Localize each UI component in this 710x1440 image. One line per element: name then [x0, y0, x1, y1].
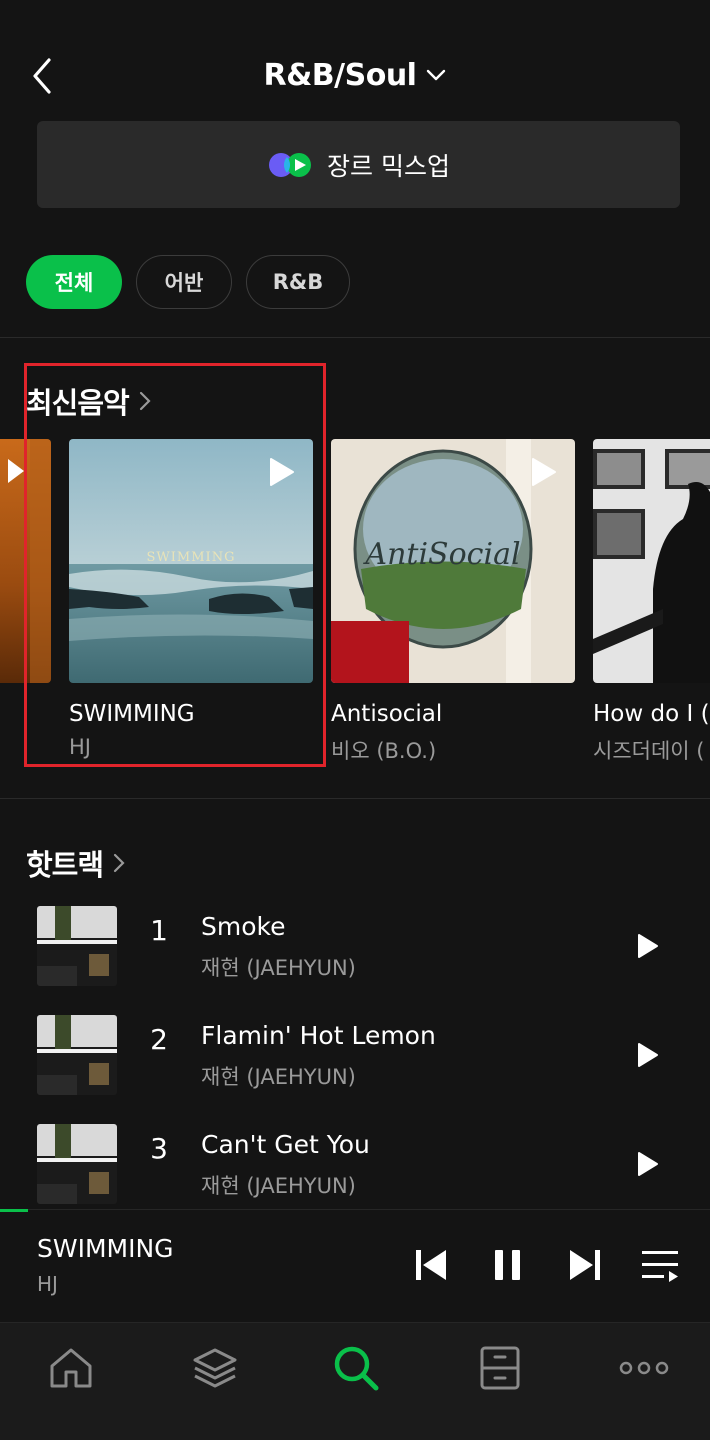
mixup-logo-icon: [269, 152, 312, 177]
filter-chip-urban[interactable]: 어반: [136, 255, 232, 309]
chevron-down-icon: [427, 69, 446, 81]
play-icon[interactable]: [636, 932, 660, 960]
chevron-right-icon: [113, 853, 125, 873]
album-card[interactable]: AntiSocial Antisocial 비오 (B.O.): [331, 439, 575, 765]
page-title: R&B/Soul: [263, 57, 417, 93]
home-icon: [50, 1348, 92, 1388]
album-cover: AntiSocial: [331, 439, 575, 683]
nav-more[interactable]: [614, 1343, 674, 1393]
album-artist: 비오 (B.O.): [331, 739, 437, 763]
play-icon[interactable]: [531, 457, 557, 487]
track-thumbnail: [37, 906, 117, 986]
track-row[interactable]: 3 Can't Get You 재현 (JAEHYUN): [0, 1124, 710, 1206]
svg-text:AntiSocial: AntiSocial: [362, 537, 520, 572]
track-row[interactable]: 1 Smoke 재현 (JAEHYUN): [0, 906, 710, 988]
track-title: Flamin' Hot Lemon: [201, 1021, 436, 1050]
track-row[interactable]: 2 Flamin' Hot Lemon 재현 (JAEHYUN): [0, 1015, 710, 1097]
now-playing-artist: HJ: [37, 1272, 58, 1296]
next-track-icon[interactable]: [568, 1248, 602, 1282]
album-cover: [593, 439, 710, 683]
library-layers-icon: [193, 1348, 237, 1388]
track-thumbnail: [37, 1015, 117, 1095]
album-title: Antisocial: [331, 701, 443, 727]
nav-home[interactable]: [41, 1343, 101, 1393]
playback-progress-bar[interactable]: [0, 1209, 29, 1212]
nav-library[interactable]: [185, 1343, 245, 1393]
playlist-icon[interactable]: [642, 1248, 680, 1282]
track-title: Can't Get You: [201, 1130, 370, 1159]
pause-icon[interactable]: [492, 1248, 524, 1282]
hot-tracks-section-title: 핫트랙: [26, 848, 104, 882]
more-icon: [619, 1361, 669, 1375]
track-rank: 1: [150, 914, 168, 947]
bottom-navigation: [0, 1322, 710, 1440]
genre-mixup-button[interactable]: 장르 믹스업: [37, 121, 680, 208]
storage-drawer-icon: [480, 1346, 520, 1390]
album-card[interactable]: How do I ( 시즈더데이 (: [593, 439, 710, 765]
genre-title-dropdown[interactable]: R&B/Soul: [0, 52, 710, 98]
track-artist: 재현 (JAEHYUN): [201, 1174, 356, 1198]
genre-mixup-label: 장르 믹스업: [327, 151, 450, 181]
play-icon[interactable]: [636, 1150, 660, 1178]
track-artist: 재현 (JAEHYUN): [201, 956, 356, 980]
album-artist: 시즈더데이 (: [593, 739, 705, 763]
mini-player[interactable]: SWIMMING HJ: [0, 1209, 710, 1321]
track-artist: 재현 (JAEHYUN): [201, 1065, 356, 1089]
previous-track-icon[interactable]: [414, 1248, 448, 1282]
highlight-box: [24, 363, 326, 767]
track-rank: 3: [150, 1132, 168, 1165]
album-title: How do I (: [593, 701, 710, 727]
hot-tracks-section-header[interactable]: 핫트랙: [26, 842, 125, 884]
search-icon: [334, 1346, 379, 1391]
track-thumbnail: [37, 1124, 117, 1204]
divider: [0, 798, 710, 799]
divider: [0, 337, 710, 338]
filter-chip-rnb[interactable]: R&B: [246, 255, 350, 309]
track-rank: 2: [150, 1023, 168, 1056]
nav-search[interactable]: [326, 1343, 386, 1393]
now-playing-title: SWIMMING: [37, 1234, 174, 1263]
track-title: Smoke: [201, 912, 286, 941]
nav-storage[interactable]: [470, 1343, 530, 1393]
filter-chip-all[interactable]: 전체: [26, 255, 122, 309]
play-icon[interactable]: [636, 1041, 660, 1069]
